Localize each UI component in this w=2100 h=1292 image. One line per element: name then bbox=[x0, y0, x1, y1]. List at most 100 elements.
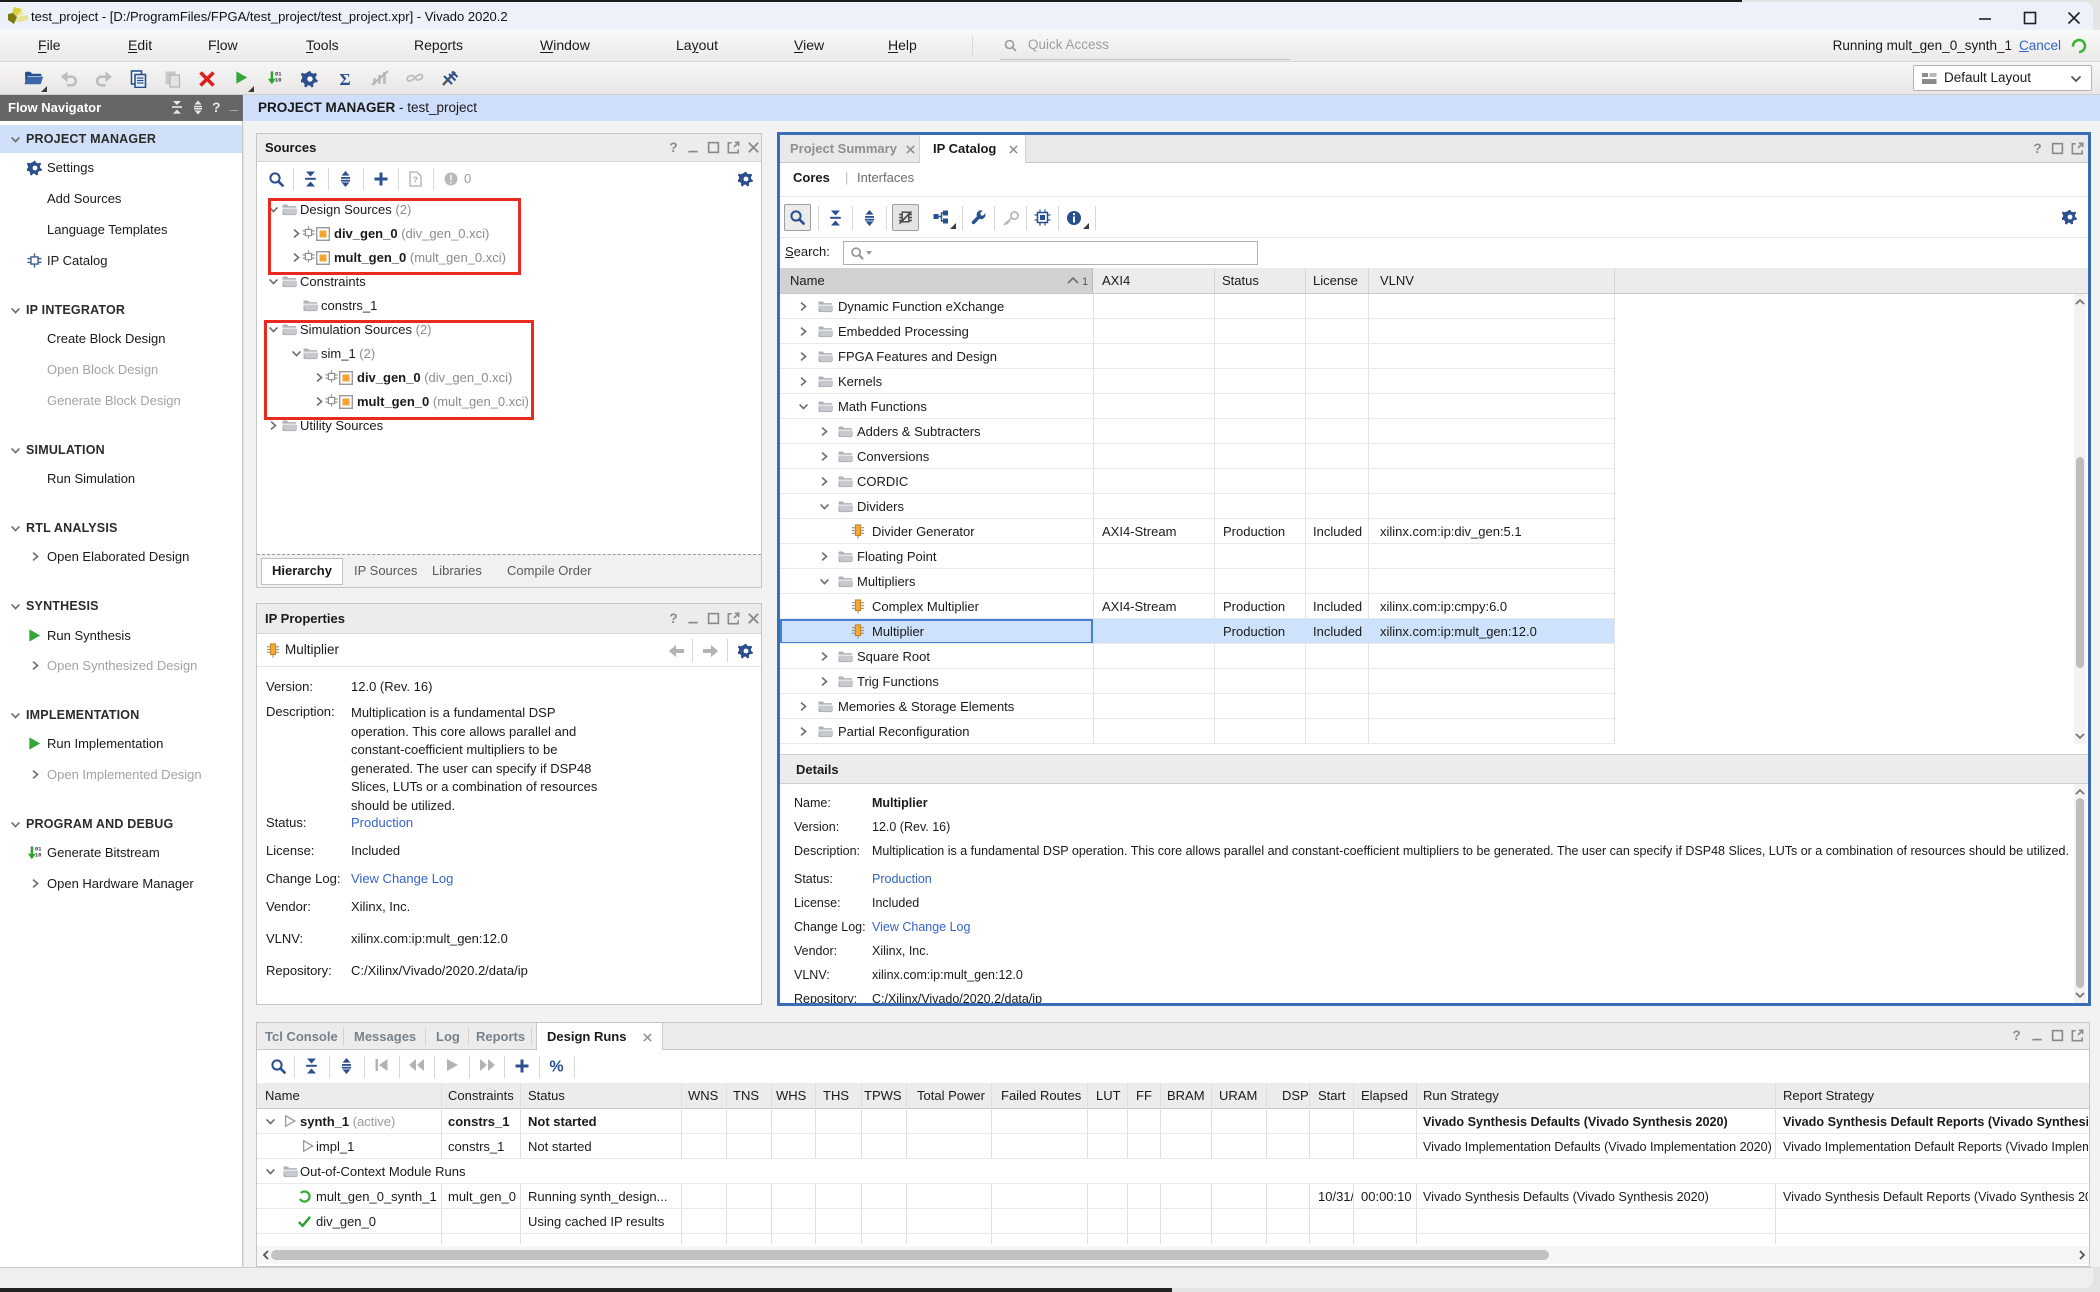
sum-button[interactable]: Σ bbox=[333, 67, 357, 91]
next-runs-icon[interactable] bbox=[479, 1058, 496, 1072]
ip-properties-settings-icon[interactable] bbox=[738, 643, 754, 659]
field-value-changelog[interactable]: View Change Log bbox=[351, 871, 453, 886]
maximize-panel-icon[interactable] bbox=[2050, 1028, 2065, 1043]
subtab-cores[interactable]: Cores bbox=[793, 170, 830, 185]
details-value-changelog[interactable]: View Change Log bbox=[872, 920, 970, 934]
layout-selector[interactable]: Default Layout bbox=[1913, 65, 2092, 91]
chevron-down-icon[interactable] bbox=[264, 1115, 277, 1128]
flownav-section-ip-integrator[interactable]: IP INTEGRATOR bbox=[0, 299, 242, 323]
tab-log[interactable]: Log bbox=[436, 1029, 460, 1044]
float-panel-icon[interactable] bbox=[726, 611, 742, 627]
messages-filter-icon[interactable] bbox=[443, 171, 459, 187]
chevron-right-icon[interactable] bbox=[797, 700, 810, 713]
flownav-item-open-implemented-design[interactable]: Open Implemented Design bbox=[0, 763, 242, 787]
flownav-item-open-synthesized-design[interactable]: Open Synthesized Design bbox=[0, 654, 242, 678]
flownav-section-implementation[interactable]: IMPLEMENTATION bbox=[0, 704, 242, 728]
minimize-panel-icon[interactable] bbox=[686, 611, 702, 627]
probes-button[interactable] bbox=[438, 67, 462, 91]
ipcat-row-kernels[interactable]: Kernels bbox=[780, 369, 2088, 394]
float-panel-icon[interactable] bbox=[2070, 141, 2085, 156]
scroll-thumb[interactable] bbox=[2076, 798, 2084, 988]
column-license-label[interactable]: License bbox=[1313, 273, 1358, 288]
tab-reports[interactable]: Reports bbox=[476, 1029, 525, 1044]
search-icon[interactable] bbox=[268, 171, 285, 188]
ipcat-row-memories-storage-elements[interactable]: Memories & Storage Elements bbox=[780, 694, 2088, 719]
ipcat-row-adders-subtracters[interactable]: Adders & Subtracters bbox=[780, 419, 2088, 444]
ipcat-search-input[interactable] bbox=[843, 241, 1258, 265]
scroll-up-icon[interactable] bbox=[2075, 788, 2085, 796]
tab-close-icon[interactable] bbox=[642, 1032, 653, 1043]
menu-tools[interactable]: Tools bbox=[306, 37, 339, 53]
float-panel-icon[interactable] bbox=[726, 140, 742, 156]
flownav-item-open-block-design[interactable]: Open Block Design bbox=[0, 358, 242, 382]
maximize-panel-icon[interactable] bbox=[706, 140, 722, 156]
info-icon[interactable] bbox=[1066, 210, 1082, 226]
field-value-status[interactable]: Production bbox=[351, 815, 413, 830]
menu-help[interactable]: Help bbox=[888, 37, 917, 53]
scroll-left-icon[interactable] bbox=[262, 1250, 270, 1260]
flownav-section-program-and-debug[interactable]: PROGRAM AND DEBUG bbox=[0, 813, 242, 837]
flownav-item-generate-block-design[interactable]: Generate Block Design bbox=[0, 389, 242, 413]
close-button[interactable] bbox=[2066, 10, 2082, 26]
column-axi4-label[interactable]: AXI4 bbox=[1102, 273, 1130, 288]
link-disabled-button[interactable] bbox=[403, 67, 427, 91]
chevron-down-icon[interactable] bbox=[264, 1165, 277, 1178]
ipcat-row-complex-multiplier[interactable]: Complex MultiplierAXI4-StreamProductionI… bbox=[780, 594, 2088, 619]
quick-access-input[interactable]: Quick Access bbox=[1028, 37, 1109, 52]
ipcat-row-divider-generator[interactable]: Divider GeneratorAXI4-StreamProductionIn… bbox=[780, 519, 2088, 544]
first-run-icon[interactable] bbox=[374, 1058, 389, 1072]
run-row-synth-1[interactable]: synth_1 (active)constrs_1Not startedViva… bbox=[257, 1109, 2089, 1134]
flownav-section-rtl-analysis[interactable]: RTL ANALYSIS bbox=[0, 517, 242, 541]
menu-window[interactable]: Window bbox=[540, 37, 590, 53]
ipcat-row-cordic[interactable]: CORDIC bbox=[780, 469, 2088, 494]
float-panel-icon[interactable] bbox=[2070, 1028, 2085, 1043]
chevron-down-icon[interactable] bbox=[818, 500, 831, 513]
tab-ip-catalog[interactable]: IP Catalog bbox=[920, 135, 1026, 164]
flownav-item-generate-bitstream[interactable]: 0110Generate Bitstream bbox=[0, 841, 242, 865]
ipcat-row-multipliers[interactable]: Multipliers bbox=[780, 569, 2088, 594]
flownav-item-open-elaborated-design[interactable]: Open Elaborated Design bbox=[0, 545, 242, 569]
tab-close-icon[interactable] bbox=[905, 144, 916, 155]
chevron-right-icon[interactable] bbox=[797, 350, 810, 363]
chevron-right-icon[interactable] bbox=[818, 650, 831, 663]
tab-design-runs[interactable]: Design Runs bbox=[536, 1023, 663, 1051]
scroll-down-icon[interactable] bbox=[2075, 991, 2085, 999]
flownav-section-simulation[interactable]: SIMULATION bbox=[0, 439, 242, 463]
flownav-item-open-hardware-manager[interactable]: Open Hardware Manager bbox=[0, 872, 242, 896]
maximize-panel-icon[interactable] bbox=[2050, 141, 2065, 156]
create-run-icon[interactable] bbox=[514, 1058, 530, 1074]
license-key-icon[interactable] bbox=[1002, 210, 1020, 226]
menu-layout[interactable]: Layout bbox=[676, 37, 718, 53]
chevron-right-icon[interactable] bbox=[797, 300, 810, 313]
chevron-right-icon[interactable] bbox=[818, 475, 831, 488]
tab-tcl-console[interactable]: Tcl Console bbox=[265, 1029, 338, 1044]
ipcat-row-trig-functions[interactable]: Trig Functions bbox=[780, 669, 2088, 694]
column-status-label[interactable]: Status bbox=[1222, 273, 1259, 288]
collapse-all-icon[interactable] bbox=[828, 210, 843, 226]
flownav-item-language-templates[interactable]: Language Templates bbox=[0, 218, 242, 242]
flownav-item-run-synthesis[interactable]: Run Synthesis bbox=[0, 624, 242, 648]
expand-all-icon[interactable] bbox=[338, 171, 353, 187]
flownav-item-create-block-design[interactable]: Create Block Design bbox=[0, 327, 242, 351]
chevron-right-icon[interactable] bbox=[818, 675, 831, 688]
ipcat-row-dividers[interactable]: Dividers bbox=[780, 494, 2088, 519]
run-row-mult-gen-0-synth-1[interactable]: mult_gen_0_synth_1mult_gen_0Running synt… bbox=[257, 1184, 2089, 1209]
close-panel-icon[interactable] bbox=[746, 611, 762, 627]
doc-help-icon[interactable]: ? bbox=[408, 171, 423, 187]
chevron-right-icon[interactable] bbox=[797, 325, 810, 338]
details-scrollbar[interactable] bbox=[2074, 784, 2086, 1003]
expand-all-icon[interactable] bbox=[862, 210, 877, 226]
tab-ip-sources[interactable]: IP Sources bbox=[354, 563, 417, 578]
column-vlnv-label[interactable]: VLNV bbox=[1380, 273, 1414, 288]
minimize-panel-icon[interactable] bbox=[686, 140, 702, 156]
chevron-right-icon[interactable] bbox=[267, 419, 280, 432]
menu-view[interactable]: View bbox=[794, 37, 824, 53]
run-row-impl-1[interactable]: impl_1constrs_1Not startedVivado Impleme… bbox=[257, 1134, 2089, 1159]
run-row-out-of-context-module-runs[interactable]: Out-of-Context Module Runs bbox=[257, 1159, 2089, 1184]
scroll-thumb[interactable] bbox=[271, 1250, 1549, 1260]
back-arrow-icon[interactable] bbox=[668, 644, 685, 658]
prev-runs-icon[interactable] bbox=[408, 1058, 425, 1072]
ipcat-row-dynamic-function-exchange[interactable]: Dynamic Function eXchange bbox=[780, 294, 2088, 319]
customize-icon[interactable] bbox=[970, 209, 987, 226]
chevron-right-icon[interactable] bbox=[818, 550, 831, 563]
